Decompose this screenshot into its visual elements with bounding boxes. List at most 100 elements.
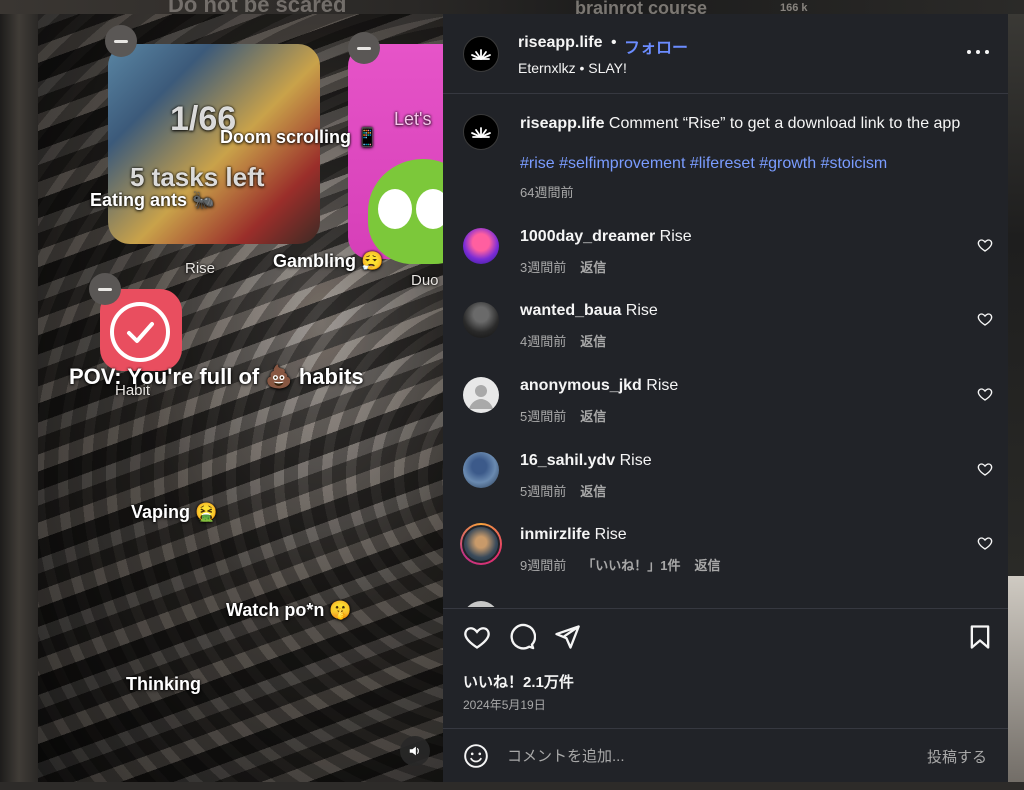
comment-body: Rise [590, 526, 627, 543]
post-header: riseapp.life • フォロー Eternxlkz • SLAY! [443, 14, 1008, 94]
overlay-text-gambling: Gambling 😮‍💨 [273, 251, 384, 271]
comment-item: 16_sahil.ydv Rise 5週間前 返信 [443, 452, 1008, 522]
reply-button[interactable]: 返信 [580, 409, 606, 424]
rise-logo-avatar[interactable] [463, 114, 499, 150]
comment-likes[interactable]: 「いいね！」1件 [582, 558, 680, 573]
add-comment-bar: 投稿する [443, 728, 1008, 782]
reply-button[interactable]: 返信 [694, 558, 720, 573]
remove-app-icon [348, 32, 380, 64]
overlay-text-eating-ants: Eating ants 🐜 [90, 190, 215, 210]
post-video[interactable]: 1/66 5 tasks left Rise Let's Duo Habit D… [38, 14, 443, 782]
comment-body: Rise [655, 228, 692, 245]
comment-time: 4週間前 [520, 334, 567, 349]
comment-body: Rise [621, 302, 658, 319]
overlay-text-watch: Watch po*n 🤫 [226, 600, 352, 620]
comment-meta: 3週間前 返信 [520, 257, 606, 276]
likes-count[interactable]: いいね！2.1万件 [463, 671, 574, 692]
avatar[interactable] [463, 228, 499, 264]
background-tile [1008, 14, 1024, 574]
rise-app-label: Rise [185, 260, 216, 277]
speaker-icon[interactable] [400, 736, 430, 766]
comment-body: Rise [641, 377, 679, 394]
duo-card-text: Let's [394, 109, 432, 129]
background-tile [1008, 576, 1024, 790]
caption-hashtags[interactable]: #rise #selfimprovement #lifereset #growt… [520, 155, 887, 173]
avatar[interactable] [463, 377, 499, 413]
default-user-icon [469, 385, 493, 409]
comment-time: 9週間前 [520, 558, 567, 573]
overlay-text-doom-scrolling: Doom scrolling 📱 [220, 127, 379, 147]
owl-eye-graphic [416, 189, 443, 229]
comment-time: 5週間前 [520, 484, 567, 499]
remove-app-icon [105, 25, 137, 57]
post-comment-button[interactable]: 投稿する [927, 746, 987, 767]
comment-input[interactable] [507, 745, 887, 767]
avatar[interactable] [463, 601, 499, 607]
post-date: 2024年5月19日 [463, 698, 546, 712]
separator-dot: • [611, 34, 617, 51]
check-circle-icon [110, 302, 170, 362]
post-actions: いいね！2.1万件 2024年5月19日 [443, 608, 1008, 728]
overlay-text-thinking: Thinking [126, 674, 201, 694]
more-horizontal-icon[interactable] [967, 42, 989, 62]
caption-text: riseapp.life Comment “Rise” to get a dow… [520, 115, 960, 133]
follow-button[interactable]: フォロー [624, 34, 688, 58]
comment-meta: 5週間前 返信 [520, 406, 606, 425]
heart-icon[interactable] [977, 237, 993, 253]
overlay-text-vaping: Vaping 🤮 [131, 502, 218, 522]
heart-icon[interactable] [977, 535, 993, 551]
audio-subtitle[interactable]: Eternxlkz • SLAY! [518, 60, 627, 76]
background-tile [0, 14, 38, 782]
comment-text: 1000day_dreamer Rise [520, 228, 692, 246]
caption-timestamp: 64週間前 [520, 185, 574, 200]
avatar-story-ring[interactable] [460, 523, 502, 565]
comment-text: 16_sahil.ydv Rise [520, 452, 652, 470]
remove-app-icon [89, 273, 121, 305]
heart-icon[interactable] [977, 386, 993, 402]
caption-username[interactable]: riseapp.life [520, 115, 604, 132]
background-text: 166 k [780, 2, 808, 14]
comment-text: anonymous_jkd Rise [520, 377, 678, 395]
comment-item: 1000day_dreamer Rise 3週間前 返信 [443, 228, 1008, 298]
comment-item: inmirzlife Rise 9週間前 「いいね！」1件 返信 [443, 523, 1008, 596]
owl-eye-graphic [378, 189, 412, 229]
comment-item: anonymous_jkd Rise 5週間前 返信 [443, 377, 1008, 447]
avatar[interactable] [463, 302, 499, 338]
comment-time: 3週間前 [520, 260, 567, 275]
caption-body: Comment “Rise” to get a download link to… [604, 115, 961, 132]
background-tile [0, 782, 1024, 790]
avatar [462, 525, 500, 563]
comment-item: wanted_baua Rise 4週間前 返信 [443, 302, 1008, 372]
comment-time: 5週間前 [520, 409, 567, 424]
reply-button[interactable]: 返信 [580, 334, 606, 349]
comment-item-partial [443, 601, 1008, 607]
heart-icon[interactable] [463, 623, 491, 651]
comment-text: wanted_baua Rise [520, 302, 658, 320]
comment-body: Rise [615, 452, 652, 469]
bookmark-icon[interactable] [966, 623, 994, 651]
post-author-username[interactable]: riseapp.life [518, 34, 602, 52]
comment-icon[interactable] [508, 623, 536, 651]
rise-logo-avatar[interactable] [463, 36, 499, 72]
comment-username[interactable]: wanted_baua [520, 302, 621, 319]
post-detail-panel: riseapp.life • フォロー Eternxlkz • SLAY! ri… [443, 14, 1008, 782]
comment-meta: 4週間前 返信 [520, 331, 606, 350]
comment-username[interactable]: 16_sahil.ydv [520, 452, 615, 469]
comments-list[interactable]: riseapp.life Comment “Rise” to get a dow… [443, 95, 1008, 607]
comment-text: inmirzlife Rise [520, 526, 627, 544]
overlay-text-pov: POV: You're full of 💩 habits [69, 364, 364, 389]
comment-username[interactable]: 1000day_dreamer [520, 228, 655, 245]
tasks-text: 5 tasks left [130, 162, 265, 192]
reply-button[interactable]: 返信 [580, 260, 606, 275]
send-icon[interactable] [553, 623, 581, 651]
comment-meta: 9週間前 「いいね！」1件 返信 [520, 555, 720, 574]
smiley-icon[interactable] [463, 743, 489, 769]
heart-icon[interactable] [977, 461, 993, 477]
comment-username[interactable]: anonymous_jkd [520, 377, 642, 394]
comment-meta: 5週間前 返信 [520, 481, 606, 500]
reply-button[interactable]: 返信 [580, 484, 606, 499]
duo-app-label: Duo [411, 272, 439, 289]
comment-username[interactable]: inmirzlife [520, 526, 590, 543]
heart-icon[interactable] [977, 311, 993, 327]
avatar[interactable] [463, 452, 499, 488]
